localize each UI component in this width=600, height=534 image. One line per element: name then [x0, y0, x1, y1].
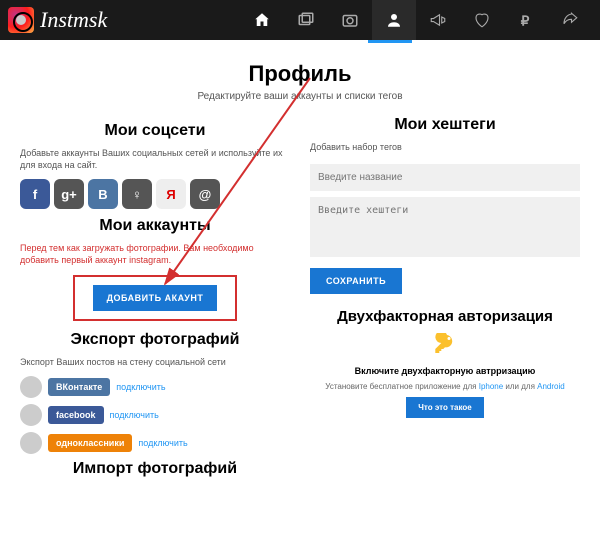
- heart-icon: [473, 11, 491, 29]
- nav-camera[interactable]: [328, 0, 372, 40]
- social-mailru-button[interactable]: @: [190, 179, 220, 209]
- tag-set-tags-input[interactable]: [310, 197, 580, 257]
- brand-name: Instmsk: [40, 7, 107, 33]
- export-photos-desc: Экспорт Ваших постов на стену социальной…: [20, 357, 290, 369]
- profile-icon: [385, 11, 403, 29]
- my-socials-desc: Добавьте аккаунты Ваших социальных сетей…: [20, 148, 290, 171]
- nav-payments[interactable]: ₽: [504, 0, 548, 40]
- page-subtitle: Редактируйте ваши аккаунты и списки тего…: [20, 91, 580, 102]
- tag-set-name-input[interactable]: [310, 164, 580, 191]
- iphone-link[interactable]: Iphone: [479, 382, 503, 391]
- photos-icon: [297, 11, 315, 29]
- my-accounts-title: Мои аккаунты: [20, 217, 290, 235]
- social-yandex-button[interactable]: Я: [156, 179, 186, 209]
- add-account-button[interactable]: ДОБАВИТЬ АКАУНТ: [93, 285, 218, 311]
- export-row-fb: facebook подключить: [20, 404, 290, 426]
- fb-badge: facebook: [48, 406, 104, 424]
- my-hashtags-title: Мои хештеги: [310, 116, 580, 134]
- vk-badge: ВКонтакте: [48, 378, 110, 396]
- export-photos-title: Экспорт фотографий: [20, 331, 290, 349]
- what-is-this-button[interactable]: Что это такое: [406, 397, 483, 418]
- add-account-warning: Перед тем как загружать фотографии. Вам …: [20, 243, 290, 266]
- megaphone-icon: [429, 11, 447, 29]
- app-logo-icon: [8, 7, 34, 33]
- connect-fb-link[interactable]: подключить: [110, 410, 159, 420]
- import-photos-title: Импорт фотографий: [20, 460, 290, 478]
- share-icon: [561, 11, 579, 29]
- svg-text:₽: ₽: [521, 13, 530, 28]
- nav-profile[interactable]: [372, 0, 416, 40]
- two-factor-title: Двухфакторная авторизация: [310, 308, 580, 325]
- nav-megaphone[interactable]: [416, 0, 460, 40]
- avatar: [20, 376, 42, 398]
- nav-favorites[interactable]: [460, 0, 504, 40]
- key-icon: [310, 333, 580, 360]
- camera-icon: [341, 11, 359, 29]
- export-row-vk: ВКонтакте подключить: [20, 376, 290, 398]
- avatar: [20, 432, 42, 454]
- social-googleplus-button[interactable]: g+: [54, 179, 84, 209]
- add-tag-set-label: Добавить набор тегов: [310, 142, 580, 154]
- social-vk-button[interactable]: B: [88, 179, 118, 209]
- my-socials-title: Мои соцсети: [20, 122, 290, 140]
- nav-home[interactable]: [240, 0, 284, 40]
- home-icon: [253, 11, 271, 29]
- connect-vk-link[interactable]: подключить: [116, 382, 165, 392]
- nav-share[interactable]: [548, 0, 592, 40]
- nav-photos[interactable]: [284, 0, 328, 40]
- two-factor-install-text: Установите бесплатное приложение для Iph…: [310, 382, 580, 391]
- page-title: Профиль: [20, 61, 580, 87]
- save-button[interactable]: СОХРАНИТЬ: [310, 268, 402, 294]
- avatar: [20, 404, 42, 426]
- ok-badge: одноклассники: [48, 434, 132, 452]
- ruble-icon: ₽: [517, 11, 535, 29]
- export-row-ok: одноклассники подключить: [20, 432, 290, 454]
- two-factor-enable-text: Включите двухфакторную автрризацию: [310, 366, 580, 376]
- connect-ok-link[interactable]: подключить: [138, 438, 187, 448]
- social-facebook-button[interactable]: f: [20, 179, 50, 209]
- android-link[interactable]: Android: [537, 382, 565, 391]
- social-odnoklassniki-button[interactable]: ♀: [122, 179, 152, 209]
- add-account-highlight: ДОБАВИТЬ АКАУНТ: [73, 275, 238, 321]
